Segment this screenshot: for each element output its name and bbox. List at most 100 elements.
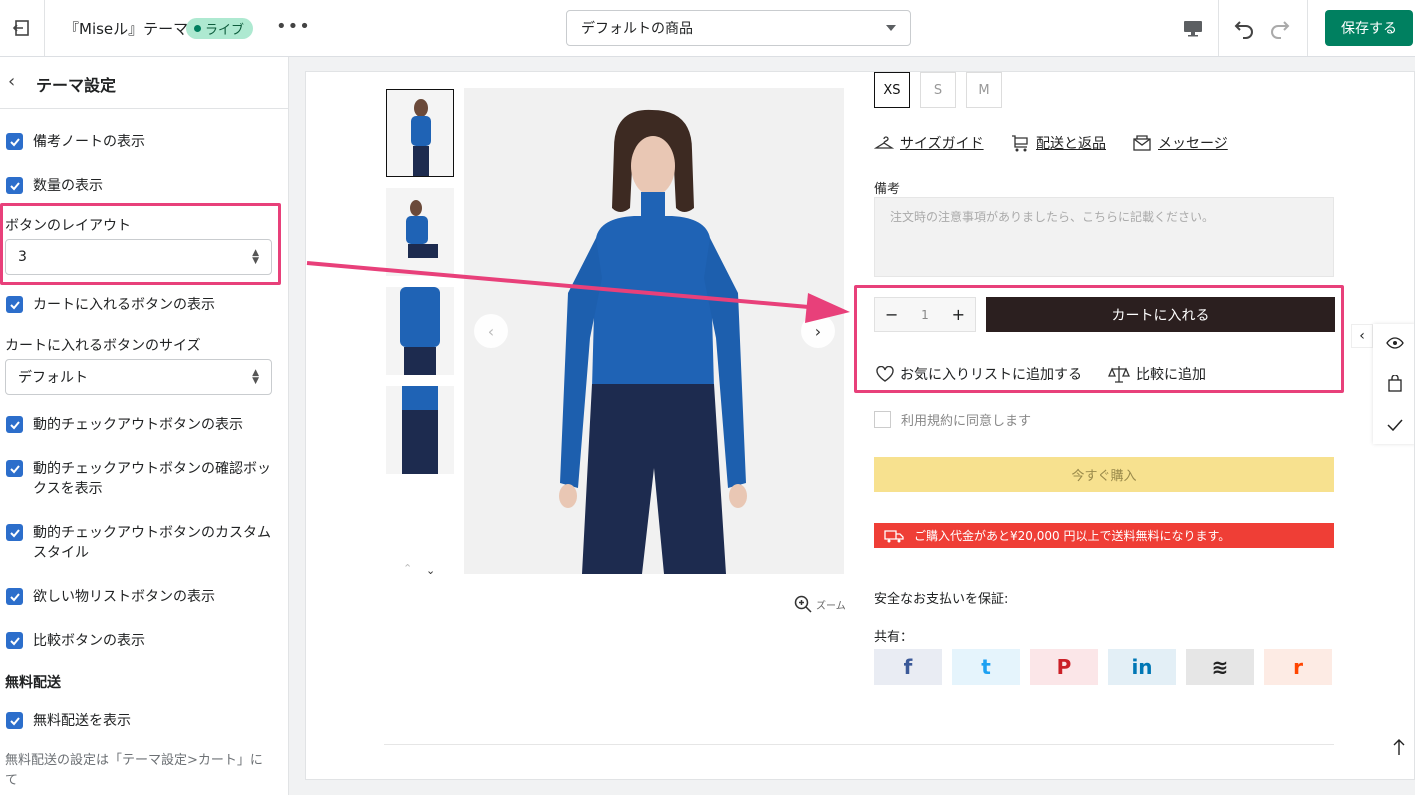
terms-checkbox[interactable]: 利用規約に同意します: [874, 410, 1031, 429]
size-option-m[interactable]: M: [966, 72, 1002, 108]
truck-icon: [884, 529, 904, 542]
free-shipping-note: 無料配送の設定は「テーマ設定>カート」にて: [5, 753, 263, 788]
product-main-image[interactable]: [464, 88, 844, 574]
checkbox-checked-icon[interactable]: [6, 632, 23, 649]
undo-icon: [1234, 21, 1253, 39]
status-dot-icon: [194, 25, 201, 32]
live-badge-label: ライブ: [205, 23, 245, 38]
shopping-bag-icon[interactable]: [1387, 375, 1402, 393]
thumbnail-up-icon[interactable]: ⌃: [403, 562, 412, 575]
eye-icon[interactable]: [1385, 337, 1404, 349]
top-bar: 『Miseル』テーマ ライブ ••• デフォルトの商品 保存する: [0, 0, 1415, 57]
share-facebook-button[interactable]: f: [874, 649, 942, 685]
terms-label: 利用規約に同意します: [901, 414, 1032, 429]
button-layout-label: ボタンのレイアウト: [5, 218, 131, 234]
floating-toolbar: [1373, 324, 1414, 444]
share-buffer-button[interactable]: ≋: [1186, 649, 1254, 685]
sidebar-title: テーマ設定: [36, 76, 117, 95]
hanger-icon: [874, 136, 894, 149]
shipping-label: 配送と返品: [1036, 136, 1106, 152]
prev-image-button[interactable]: ‹: [474, 314, 508, 348]
checkbox-label: 動的チェックアウトボタンの確認ボックスを表示: [33, 461, 271, 497]
free-shipping-heading: 無料配送: [5, 675, 61, 691]
cart-area-highlight: [854, 285, 1344, 393]
zoom-button[interactable]: ズーム: [794, 595, 846, 613]
checkbox-label: 無料配送を表示: [33, 713, 131, 729]
cart-return-icon: [1012, 135, 1028, 152]
free-shipping-bar: ご購入代金があと¥20,000 円以上で送料無料になります。: [874, 523, 1334, 548]
checkbox-note-display[interactable]: 備考ノートの表示: [6, 132, 145, 152]
divider: [1307, 0, 1308, 56]
checkbox-checked-icon[interactable]: [6, 712, 23, 729]
checkbox-checked-icon[interactable]: [6, 524, 23, 541]
size-option-s[interactable]: S: [920, 72, 956, 108]
select-arrows-icon: ▲ ▼: [252, 248, 259, 266]
redo-button[interactable]: [1268, 16, 1292, 44]
checkbox-cart-button-display[interactable]: カートに入れるボタンの表示: [6, 295, 215, 315]
shipping-returns-link[interactable]: 配送と返品: [1010, 133, 1106, 153]
checkbox-unchecked-icon[interactable]: [874, 411, 891, 428]
back-chevron-icon[interactable]: ‹: [8, 71, 15, 92]
cart-button-size-label: カートに入れるボタンのサイズ: [5, 338, 201, 354]
checkbox-label: 動的チェックアウトボタンのカスタムスタイル: [33, 525, 271, 561]
secure-payment-label: 安全なお支払いを保証:: [874, 592, 1009, 607]
button-layout-select[interactable]: 3 ▲ ▼: [5, 239, 272, 275]
thumbnail-down-icon[interactable]: ⌄: [426, 564, 435, 577]
checkbox-dynamic-checkout[interactable]: 動的チェックアウトボタンの表示: [6, 415, 243, 435]
theme-settings-sidebar: ‹ テーマ設定 備考ノートの表示 数量の表示 ボタンのレイアウト 3 ▲ ▼ カー…: [0, 57, 289, 795]
checkbox-compare-button[interactable]: 比較ボタンの表示: [6, 631, 145, 651]
save-button[interactable]: 保存する: [1325, 10, 1413, 46]
share-linkedin-button[interactable]: in: [1108, 649, 1176, 685]
checkbox-checked-icon[interactable]: [6, 460, 23, 477]
product-thumbnail[interactable]: [386, 89, 454, 177]
cart-button-size-select[interactable]: デフォルト ▲ ▼: [5, 359, 272, 395]
checkbox-dynamic-checkout-confirm[interactable]: 動的チェックアウトボタンの確認ボックスを表示: [6, 459, 281, 499]
checkbox-checked-icon[interactable]: [6, 177, 23, 194]
checkbox-label: カートに入れるボタンの表示: [33, 297, 215, 313]
check-icon[interactable]: [1386, 419, 1403, 431]
divider: [384, 744, 1334, 745]
checkbox-checked-icon[interactable]: [6, 416, 23, 433]
arrow-up-icon: [1393, 739, 1405, 755]
checkbox-quantity-display[interactable]: 数量の表示: [6, 176, 103, 196]
share-pinterest-button[interactable]: P: [1030, 649, 1098, 685]
share-reddit-button[interactable]: r: [1264, 649, 1332, 685]
template-select[interactable]: デフォルトの商品: [566, 10, 911, 46]
product-thumbnail[interactable]: [386, 188, 454, 276]
collapse-chevron-icon[interactable]: ‹: [1351, 324, 1373, 348]
size-guide-label: サイズガイド: [900, 136, 984, 152]
share-label: 共有：: [874, 630, 914, 645]
monitor-icon: [1184, 21, 1202, 37]
product-thumbnail[interactable]: [386, 386, 454, 474]
more-actions-button[interactable]: •••: [276, 16, 311, 37]
desktop-view-button[interactable]: [1168, 0, 1219, 56]
checkbox-label: 備考ノートの表示: [33, 134, 145, 150]
cart-button-size-value: デフォルト: [18, 370, 88, 386]
undo-button[interactable]: [1232, 16, 1256, 44]
exit-button[interactable]: [0, 0, 45, 56]
live-badge: ライブ: [186, 18, 254, 39]
select-arrows-icon: ▲ ▼: [252, 368, 259, 386]
zoom-label: ズーム: [816, 600, 846, 612]
checkbox-free-shipping[interactable]: 無料配送を表示: [6, 711, 131, 731]
size-option-xs[interactable]: XS: [874, 72, 910, 108]
free-shipping-text: ご購入代金があと¥20,000 円以上で送料無料になります。: [914, 529, 1231, 543]
checkbox-wishlist-button[interactable]: 欲しい物リストボタンの表示: [6, 587, 215, 607]
message-link[interactable]: メッセージ: [1132, 133, 1228, 153]
button-layout-value: 3: [18, 249, 27, 265]
size-guide-link[interactable]: サイズガイド: [874, 133, 984, 153]
note-textarea[interactable]: 注文時の注意事項がありましたら、こちらに記載ください。: [874, 197, 1334, 277]
scroll-top-button[interactable]: [1392, 738, 1406, 760]
share-twitter-button[interactable]: t: [952, 649, 1020, 685]
note-label: 備考: [874, 182, 901, 197]
checkbox-checked-icon[interactable]: [6, 296, 23, 313]
theme-title: 『Miseル』テーマ: [64, 20, 189, 38]
checkbox-dynamic-checkout-custom[interactable]: 動的チェックアウトボタンのカスタムスタイル: [6, 523, 281, 563]
checkbox-checked-icon[interactable]: [6, 133, 23, 150]
next-image-button[interactable]: ›: [801, 314, 835, 348]
buy-now-button[interactable]: 今すぐ購入: [874, 457, 1334, 492]
template-select-value: デフォルトの商品: [581, 21, 693, 37]
zoom-icon: [794, 595, 812, 613]
checkbox-checked-icon[interactable]: [6, 588, 23, 605]
product-thumbnail[interactable]: [386, 287, 454, 375]
